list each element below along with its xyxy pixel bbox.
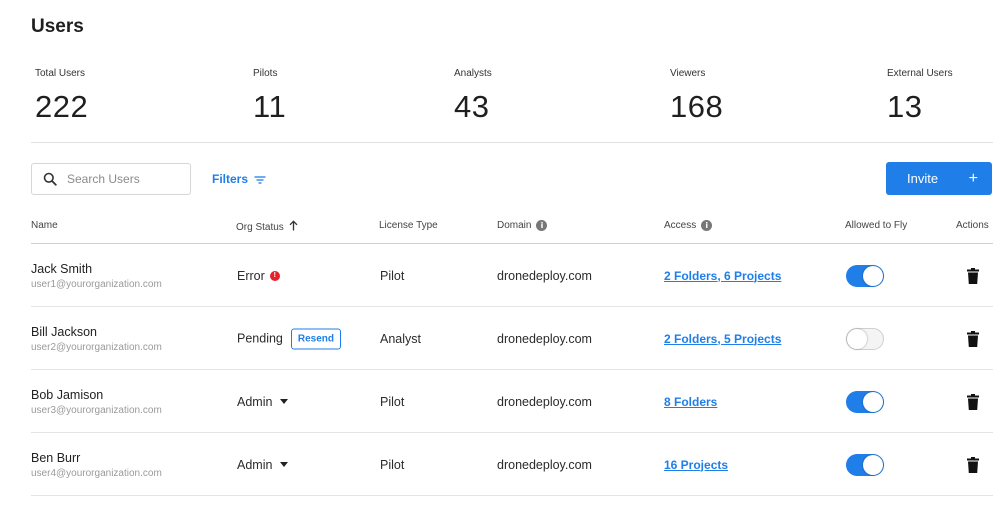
column-header-label: Actions	[956, 220, 989, 231]
invite-label: Invite	[907, 171, 939, 186]
domain: dronedeploy.com	[497, 331, 592, 346]
access-link[interactable]: 8 Folders	[664, 395, 717, 409]
stat-analysts: Analysts 43	[454, 68, 492, 125]
status-text: Pending	[237, 331, 283, 346]
org-status: Error !	[237, 269, 280, 283]
domain: dronedeploy.com	[497, 394, 592, 409]
stat-pilots: Pilots 11	[253, 68, 286, 125]
user-email: user1@yourorganization.com	[31, 278, 162, 290]
column-header-org-status[interactable]: Org Status	[236, 220, 298, 234]
stat-viewers: Viewers 168	[670, 68, 723, 125]
arrow-up-icon	[289, 220, 298, 234]
caret-down-icon	[280, 399, 289, 404]
stat-external-users: External Users 13	[887, 68, 953, 125]
stat-value: 11	[253, 89, 287, 124]
column-header-label: Allowed to Fly	[845, 220, 908, 231]
status-text: Admin	[237, 457, 273, 472]
column-header-label: License Type	[379, 220, 438, 231]
user-cell: Bob Jamison user3@yourorganization.com	[31, 388, 162, 416]
allowed-to-fly-toggle[interactable]	[846, 264, 884, 287]
stat-value: 222	[35, 89, 89, 124]
license-type: Analyst	[380, 331, 421, 346]
access-link[interactable]: 2 Folders, 6 Projects	[664, 269, 781, 283]
user-email: user4@yourorganization.com	[31, 467, 162, 479]
error-icon: !	[269, 270, 280, 281]
stat-label: Analysts	[454, 68, 492, 79]
toggle-knob	[863, 265, 883, 286]
toggle-knob	[847, 328, 867, 349]
allowed-to-fly-toggle[interactable]	[846, 327, 884, 350]
user-cell: Jack Smith user1@yourorganization.com	[31, 262, 162, 290]
stat-value: 43	[454, 89, 490, 124]
allowed-to-fly-toggle[interactable]	[846, 453, 884, 476]
license-type: Pilot	[380, 394, 405, 409]
caret-down-icon	[280, 462, 289, 467]
column-header-label: Domain	[497, 220, 532, 231]
license-type: Pilot	[380, 268, 405, 283]
access-link[interactable]: 2 Folders, 5 Projects	[664, 332, 781, 346]
search-icon	[43, 172, 57, 186]
org-status: Pending Resend	[237, 328, 341, 349]
filters-label: Filters	[212, 172, 249, 186]
trash-icon[interactable]	[967, 267, 979, 284]
trash-icon[interactable]	[967, 393, 979, 410]
column-header-domain[interactable]: Domain i	[497, 220, 548, 231]
domain: dronedeploy.com	[497, 268, 592, 283]
info-icon[interactable]: i	[536, 220, 548, 231]
invite-button[interactable]: Invite +	[886, 162, 992, 195]
page-title: Users	[31, 16, 84, 37]
stat-value: 168	[670, 89, 724, 124]
table-row: Bill Jackson user2@yourorganization.com …	[0, 307, 1005, 370]
license-type: Pilot	[380, 457, 405, 472]
plus-icon: +	[968, 169, 978, 187]
user-name: Ben Burr	[31, 450, 81, 465]
stat-value: 13	[887, 89, 923, 124]
allowed-to-fly-toggle[interactable]	[846, 390, 884, 413]
search-input[interactable]	[67, 172, 177, 186]
user-name: Bill Jackson	[31, 324, 97, 339]
status-text: Admin	[237, 394, 273, 409]
stat-total-users: Total Users 222	[35, 68, 88, 125]
column-header-label: Access	[664, 220, 697, 231]
user-email: user3@yourorganization.com	[31, 404, 162, 416]
info-icon[interactable]: i	[701, 220, 713, 231]
user-cell: Ben Burr user4@yourorganization.com	[31, 451, 162, 479]
column-header-license-type[interactable]: License Type	[379, 220, 438, 231]
user-name: Jack Smith	[31, 261, 93, 276]
toggle-knob	[863, 391, 883, 412]
divider	[31, 495, 993, 496]
search-box[interactable]	[31, 163, 191, 195]
column-header-actions: Actions	[956, 220, 989, 231]
column-header-label: Name	[31, 220, 58, 231]
org-status-dropdown[interactable]: Admin	[237, 394, 289, 409]
stat-label: External Users	[887, 68, 953, 79]
trash-icon[interactable]	[967, 330, 979, 347]
filters-button[interactable]: Filters	[212, 172, 266, 186]
user-email: user2@yourorganization.com	[31, 341, 162, 353]
user-cell: Bill Jackson user2@yourorganization.com	[31, 325, 162, 353]
toggle-knob	[863, 454, 883, 475]
trash-icon[interactable]	[967, 456, 979, 473]
table-row: Bob Jamison user3@yourorganization.com A…	[0, 370, 1005, 433]
access-link[interactable]: 16 Projects	[664, 458, 728, 472]
stat-label: Viewers	[670, 68, 706, 79]
domain: dronedeploy.com	[497, 457, 592, 472]
stat-label: Pilots	[253, 68, 278, 79]
org-status-dropdown[interactable]: Admin	[237, 457, 289, 472]
table-row: Jack Smith user1@yourorganization.com Er…	[0, 244, 1005, 307]
column-header-access[interactable]: Access i	[664, 220, 713, 231]
column-header-label: Org Status	[236, 221, 284, 233]
stats-bar: Total Users 222 Pilots 11 Analysts 43 Vi…	[0, 68, 1005, 143]
column-header-allowed-to-fly[interactable]: Allowed to Fly	[845, 220, 907, 231]
divider	[31, 142, 993, 143]
user-name: Bob Jamison	[31, 387, 104, 402]
filter-lines-icon	[254, 174, 266, 184]
column-header-name[interactable]: Name	[31, 220, 58, 231]
resend-button[interactable]: Resend	[290, 328, 341, 349]
status-text: Error	[237, 268, 265, 283]
stat-label: Total Users	[35, 68, 86, 79]
table-row: Ben Burr user4@yourorganization.com Admi…	[0, 433, 1005, 496]
